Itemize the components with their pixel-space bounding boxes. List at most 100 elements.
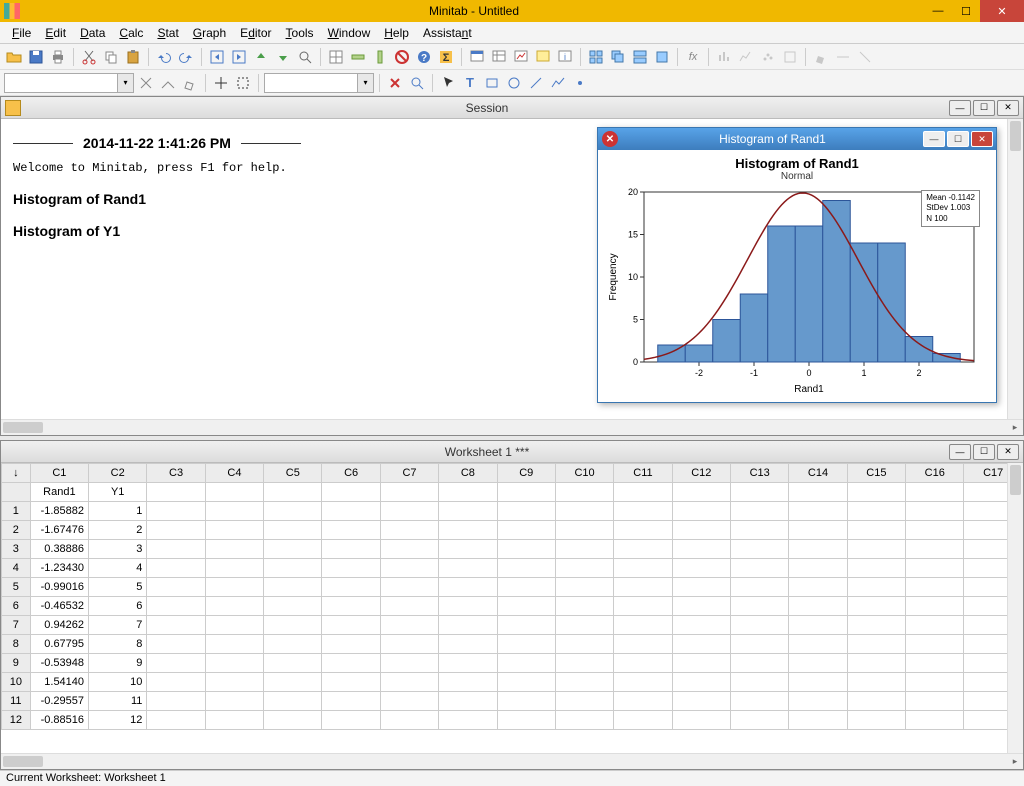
cell[interactable] [555, 540, 613, 559]
cell[interactable]: 6 [89, 597, 147, 616]
edit-tool-2-icon[interactable] [833, 47, 853, 67]
cell[interactable] [264, 635, 322, 654]
insert-cells-icon[interactable] [326, 47, 346, 67]
cell[interactable] [789, 654, 847, 673]
menu-calc[interactable]: Calc [113, 24, 149, 42]
cell[interactable] [730, 597, 788, 616]
cell[interactable] [497, 597, 555, 616]
cascade-icon[interactable] [608, 47, 628, 67]
column-name-cell[interactable] [555, 483, 613, 502]
nav-down-icon[interactable] [273, 47, 293, 67]
cell[interactable] [380, 616, 438, 635]
cell[interactable] [380, 559, 438, 578]
cell[interactable] [789, 673, 847, 692]
cell[interactable] [264, 711, 322, 730]
paste-icon[interactable] [123, 47, 143, 67]
cell[interactable] [264, 597, 322, 616]
cell[interactable] [906, 711, 964, 730]
cell[interactable] [264, 578, 322, 597]
cell[interactable] [322, 616, 380, 635]
cell[interactable] [147, 521, 205, 540]
cell[interactable] [847, 654, 905, 673]
cell[interactable]: -0.88516 [30, 711, 88, 730]
tile-icon[interactable] [586, 47, 606, 67]
cell[interactable]: 4 [89, 559, 147, 578]
cell[interactable] [672, 502, 730, 521]
cell[interactable] [847, 521, 905, 540]
cell[interactable] [497, 521, 555, 540]
minimize-button[interactable]: — [924, 0, 952, 22]
chart-close-button[interactable]: ✕ [971, 131, 993, 147]
cell[interactable] [497, 578, 555, 597]
cell[interactable] [672, 578, 730, 597]
menu-graph[interactable]: Graph [187, 24, 232, 42]
cell[interactable] [847, 711, 905, 730]
cell[interactable] [847, 540, 905, 559]
copy-icon[interactable] [101, 47, 121, 67]
cell[interactable] [439, 521, 497, 540]
cell[interactable] [672, 673, 730, 692]
cell[interactable] [789, 578, 847, 597]
cell[interactable] [730, 673, 788, 692]
cell[interactable]: -0.29557 [30, 692, 88, 711]
column-name-cell[interactable] [322, 483, 380, 502]
cell[interactable]: 0.38886 [30, 540, 88, 559]
cell[interactable] [555, 692, 613, 711]
cell[interactable] [147, 502, 205, 521]
cell[interactable] [205, 502, 263, 521]
cell[interactable] [906, 597, 964, 616]
column-header[interactable]: C2 [89, 464, 147, 483]
cell[interactable] [147, 654, 205, 673]
cell[interactable] [322, 597, 380, 616]
chart-window[interactable]: ✕ Histogram of Rand1 — ☐ ✕ Histogram of … [597, 127, 997, 403]
cell[interactable]: -1.67476 [30, 521, 88, 540]
row-header[interactable]: 9 [2, 654, 31, 673]
nav-up-icon[interactable] [251, 47, 271, 67]
column-header[interactable]: C8 [439, 464, 497, 483]
worksheet-minimize-button[interactable]: — [949, 444, 971, 460]
cell[interactable] [614, 540, 672, 559]
cell[interactable] [439, 635, 497, 654]
column-name-cell[interactable] [380, 483, 438, 502]
column-name-cell[interactable]: Y1 [89, 483, 147, 502]
cell[interactable] [497, 673, 555, 692]
edit-mode-3-icon[interactable] [180, 73, 200, 93]
cell[interactable]: 2 [89, 521, 147, 540]
cell[interactable] [730, 578, 788, 597]
cell[interactable] [322, 540, 380, 559]
cell[interactable] [730, 616, 788, 635]
cell[interactable] [380, 521, 438, 540]
session-scrollbar-v[interactable] [1007, 119, 1023, 419]
cell[interactable] [614, 616, 672, 635]
cell[interactable] [614, 578, 672, 597]
cell[interactable] [847, 692, 905, 711]
menu-data[interactable]: Data [74, 24, 111, 42]
cell[interactable] [614, 559, 672, 578]
column-header[interactable]: C9 [497, 464, 555, 483]
cell[interactable]: -1.85882 [30, 502, 88, 521]
cell[interactable] [906, 692, 964, 711]
cell[interactable] [906, 616, 964, 635]
cell[interactable]: 7 [89, 616, 147, 635]
cell[interactable] [322, 635, 380, 654]
polyline-tool-icon[interactable] [548, 73, 568, 93]
menu-assistant[interactable]: Assistant [417, 24, 478, 42]
cell[interactable] [672, 711, 730, 730]
cell[interactable] [497, 502, 555, 521]
cell[interactable] [730, 711, 788, 730]
column-header[interactable]: C3 [147, 464, 205, 483]
stat-tool-2-icon[interactable] [736, 47, 756, 67]
column-name-cell[interactable] [205, 483, 263, 502]
cell[interactable] [555, 521, 613, 540]
cell[interactable] [614, 673, 672, 692]
cell[interactable] [730, 559, 788, 578]
fx-icon[interactable]: fx [683, 47, 703, 67]
session-maximize-button[interactable]: ☐ [973, 100, 995, 116]
cell[interactable] [789, 502, 847, 521]
maximize-button[interactable]: ☐ [952, 0, 980, 22]
cell[interactable] [789, 597, 847, 616]
cell[interactable] [264, 502, 322, 521]
cell[interactable] [906, 521, 964, 540]
marker-tool-icon[interactable] [570, 73, 590, 93]
cell[interactable] [614, 692, 672, 711]
